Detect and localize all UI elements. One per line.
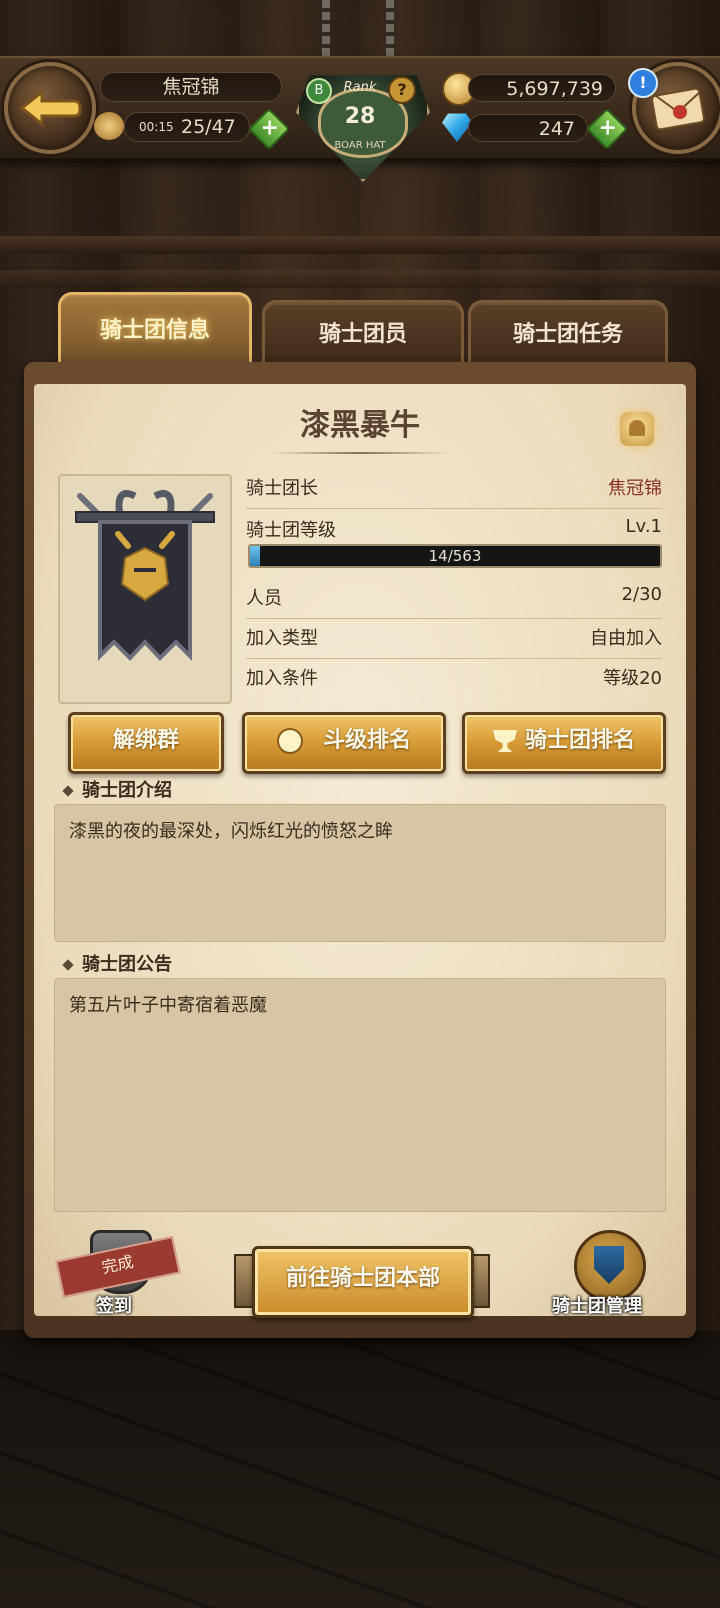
unbind-group-button[interactable]: 解绑群	[68, 712, 224, 774]
xp-text: 14/563	[428, 547, 482, 565]
bell-button[interactable]	[620, 412, 654, 446]
go-to-guild-hq-button[interactable]: 前往骑士团本部	[252, 1246, 474, 1318]
tab-guild-info[interactable]: 骑士团信息	[58, 292, 252, 367]
leader-row: 骑士团长 焦冠锦	[246, 468, 662, 509]
join-condition-label: 加入条件	[246, 668, 318, 689]
player-name-plate: 焦冠锦	[100, 72, 282, 102]
emblem-caption: BOAR HAT	[334, 140, 386, 151]
floor-background	[0, 1330, 720, 1608]
leader-value[interactable]: 焦冠锦	[608, 474, 662, 500]
notice-text: 第五片叶子中寄宿着恶魔	[69, 995, 267, 1016]
guild-manage-label: 骑士团管理	[552, 1296, 642, 1317]
stamina-timer: 00:15	[139, 120, 174, 134]
gem-amount: 247	[538, 118, 575, 140]
tab-guild-quests[interactable]: 骑士团任务	[468, 300, 668, 367]
fight-rank-button[interactable]: 斗级排名	[242, 712, 446, 774]
notice-heading: 骑士团公告	[62, 950, 172, 976]
back-button[interactable]	[4, 62, 96, 154]
stamina-plate: 00:15 25/47	[124, 112, 250, 142]
level-label: 骑士团等级	[246, 520, 336, 541]
wall-beam	[0, 236, 720, 254]
members-row: 人员 2/30	[246, 578, 662, 619]
join-type-row: 加入类型 自由加入	[246, 618, 662, 659]
bullet-icon	[62, 959, 74, 971]
back-arrow-icon	[19, 88, 82, 128]
guild-rank-button[interactable]: 骑士团排名	[462, 712, 666, 774]
join-type-value: 自由加入	[590, 628, 662, 649]
fight-rank-label: 斗级排名	[322, 728, 411, 753]
notice-box: 第五片叶子中寄宿着恶魔	[54, 978, 666, 1212]
intro-text: 漆黑的夜的最深处，闪烁红光的愤怒之眸	[69, 821, 393, 842]
trophy-icon	[492, 730, 517, 752]
bell-icon	[629, 420, 645, 436]
xp-progress-bar: 14/563	[248, 544, 662, 568]
join-condition-row: 加入条件 等级20	[246, 658, 662, 698]
rank-grade-badge: B	[306, 78, 332, 104]
intro-heading: 骑士团介绍	[62, 776, 172, 802]
level-value: Lv.1	[625, 516, 662, 537]
name-divider	[270, 452, 450, 454]
rank-value: 28	[344, 104, 376, 129]
guild-name: 漆黑暴牛	[300, 408, 420, 443]
stamina-icon	[94, 112, 124, 140]
guild-banner-frame[interactable]	[58, 474, 232, 704]
gem-plate: 247	[468, 114, 588, 142]
join-condition-value: 等级20	[603, 668, 662, 689]
rank-label: Rank	[343, 80, 377, 95]
intro-box: 漆黑的夜的最深处，闪烁红光的愤怒之眸	[54, 804, 666, 942]
gold-plate: 5,697,739	[468, 74, 616, 102]
bullet-icon	[62, 785, 74, 797]
mail-alert-badge: !	[628, 68, 658, 98]
stamina-value: 25/47	[181, 116, 236, 138]
player-name: 焦冠锦	[162, 76, 220, 98]
checkin-label: 签到	[96, 1296, 132, 1317]
tab-guild-members[interactable]: 骑士团员	[262, 300, 464, 367]
members-value: 2/30	[621, 584, 662, 605]
guild-rank-label: 骑士团排名	[524, 728, 635, 753]
gold-amount: 5,697,739	[506, 78, 603, 100]
help-button[interactable]: ?	[388, 76, 416, 104]
members-label: 人员	[246, 588, 282, 609]
medal-icon	[276, 728, 303, 754]
wall-beam	[0, 270, 720, 288]
leader-label: 骑士团长	[246, 478, 318, 499]
join-type-label: 加入类型	[246, 628, 318, 649]
guild-banner-icon	[75, 490, 215, 661]
